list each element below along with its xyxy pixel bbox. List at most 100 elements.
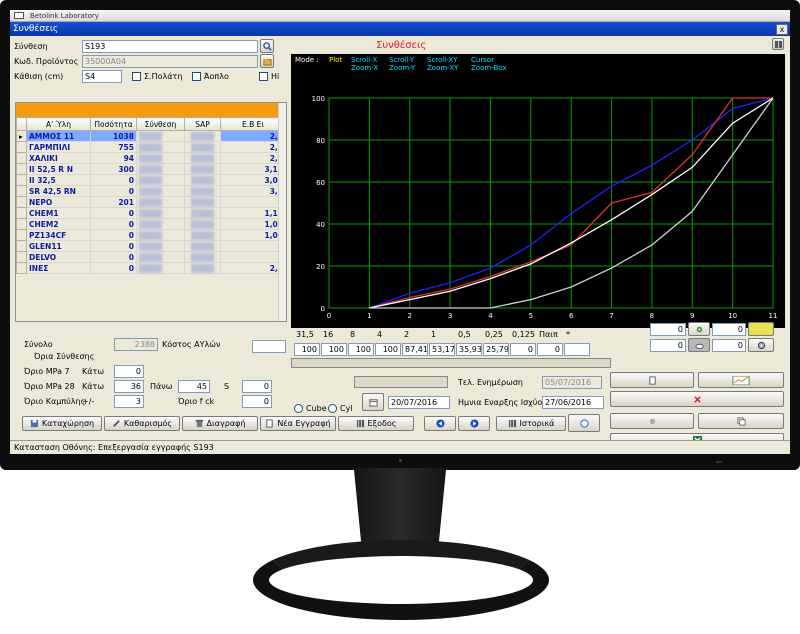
next-record-button[interactable] bbox=[458, 416, 490, 431]
sap-cell[interactable]: ████ bbox=[184, 141, 221, 153]
sieve-value-cell[interactable]: 87,41 bbox=[402, 343, 428, 356]
table-row[interactable]: II 52,5 R N 300 ████ ████ 3,13 bbox=[16, 163, 286, 175]
sap-cell[interactable]: ████ bbox=[184, 196, 221, 208]
sieve-value-cell[interactable]: 25,79 bbox=[483, 343, 509, 356]
material-cell[interactable]: GLEN11 bbox=[26, 240, 91, 252]
col-header-material[interactable]: Α' Ύλη bbox=[26, 117, 91, 131]
date-picker-1[interactable]: 20/07/2016 bbox=[388, 396, 450, 409]
product-code-input[interactable]: 35000A04 bbox=[82, 55, 258, 68]
sieve-value-cell[interactable]: 100 bbox=[321, 343, 347, 356]
sieve-scrollbar[interactable] bbox=[291, 358, 611, 368]
polati-checkbox[interactable] bbox=[132, 72, 141, 81]
sieve-value-cell[interactable] bbox=[564, 343, 590, 356]
mpa28-input[interactable]: 36 bbox=[114, 380, 144, 393]
synthesis-cell[interactable]: ████ bbox=[136, 207, 185, 219]
col-header-eb[interactable]: Ε.Β Ει bbox=[220, 117, 286, 131]
material-cell[interactable]: ΙΝΕΣ bbox=[26, 262, 91, 274]
quantity-cell[interactable]: 0 bbox=[90, 229, 137, 241]
hi-checkbox[interactable] bbox=[259, 72, 268, 81]
product-lookup-button[interactable] bbox=[260, 54, 274, 68]
yellow-button[interactable] bbox=[748, 322, 774, 336]
settings-button-2[interactable] bbox=[748, 338, 774, 352]
synthesis-cell[interactable]: ████ bbox=[136, 218, 185, 230]
cancel-button[interactable] bbox=[610, 391, 784, 407]
sap-cell[interactable]: ████ bbox=[184, 218, 221, 230]
chart-toggle-button[interactable] bbox=[698, 372, 784, 388]
material-cell[interactable]: ΧΑΛΙΚΙ bbox=[26, 152, 91, 164]
col-header-sap[interactable]: SAP bbox=[184, 117, 221, 131]
table-row[interactable]: PZ134CF 0 ████ ████ 1,07 bbox=[16, 229, 286, 241]
quantity-cell[interactable]: 755 bbox=[90, 141, 137, 153]
settings-button-1[interactable] bbox=[688, 322, 710, 336]
monitor-power-button[interactable] bbox=[716, 461, 722, 463]
table-row[interactable]: ΓΑΡΜΠΙΛΙ 755 ████ ████ 2,7 bbox=[16, 141, 286, 153]
sap-cell[interactable]: ████ bbox=[184, 185, 221, 197]
history-button[interactable]: Ιστορικά bbox=[496, 416, 566, 431]
eb-cell[interactable]: 0 bbox=[220, 240, 286, 252]
table-row[interactable]: CHEM2 0 ████ ████ 1,09 bbox=[16, 218, 286, 230]
material-cell[interactable]: CHEM1 bbox=[26, 207, 91, 219]
synthesis-cell[interactable]: ████ bbox=[136, 174, 185, 186]
material-cell[interactable]: SR 42,5 RN bbox=[26, 185, 91, 197]
table-row[interactable]: CHEM1 0 ████ ████ 1,13 bbox=[16, 207, 286, 219]
synthesis-cell[interactable]: ████ bbox=[136, 262, 185, 274]
col-header-synthesis[interactable]: Σύνθεση bbox=[136, 117, 185, 131]
sap-cell[interactable]: ████ bbox=[184, 262, 221, 274]
col-header-quantity[interactable]: Ποσότητα bbox=[90, 117, 137, 131]
table-row[interactable]: GLEN110████████0 bbox=[16, 240, 286, 252]
sap-cell[interactable]: ████ bbox=[184, 207, 221, 219]
quantity-cell[interactable]: 94 bbox=[90, 152, 137, 164]
material-cell[interactable]: ΝΕΡΟ bbox=[26, 196, 91, 208]
table-row[interactable]: ΝΕΡΟ201████████1 bbox=[16, 196, 286, 208]
material-cell[interactable]: CHEM2 bbox=[26, 218, 91, 230]
material-cell[interactable]: ΑΜΜΟΣ 11 bbox=[26, 130, 91, 142]
start-date-picker[interactable]: 27/06/2016 bbox=[542, 396, 604, 409]
quantity-cell[interactable]: 0 bbox=[90, 218, 137, 230]
table-row[interactable]: II 32,5 0 ████ ████ 3,05 bbox=[16, 174, 286, 186]
chart-panel[interactable]: Mode : Plot Scroll-X Zoom-X Scroll-Y Zoo… bbox=[291, 54, 785, 328]
synthesis-cell[interactable]: ████ bbox=[136, 229, 185, 241]
right-field-1[interactable]: 0 bbox=[650, 323, 686, 336]
sieve-value-cell[interactable]: 0 bbox=[510, 343, 536, 356]
eb-cell[interactable]: 2,7 bbox=[220, 130, 286, 142]
save-button[interactable]: Καταχώρηση bbox=[22, 416, 102, 431]
eb-cell[interactable]: 1,07 bbox=[220, 229, 286, 241]
s-input[interactable]: 0 bbox=[242, 380, 272, 393]
eb-cell[interactable]: 3,05 bbox=[220, 174, 286, 186]
table-row[interactable]: ΙΝΕΣ 0 ████ ████ 2,7 bbox=[16, 262, 286, 274]
cloud-button[interactable] bbox=[688, 338, 710, 352]
right-field-2[interactable]: 0 bbox=[712, 323, 746, 336]
synthesis-cell[interactable]: ████ bbox=[136, 130, 185, 142]
sieve-value-cell[interactable]: 100 bbox=[375, 343, 401, 356]
clear-button[interactable]: Καθαρισμός bbox=[104, 416, 180, 431]
cube-radio[interactable] bbox=[294, 404, 303, 413]
synthesis-cell[interactable]: ████ bbox=[136, 163, 185, 175]
synthesis-input[interactable]: S193 bbox=[82, 40, 258, 53]
sieve-value-cell[interactable]: 100 bbox=[294, 343, 320, 356]
print-button[interactable] bbox=[610, 372, 694, 388]
new-record-button[interactable]: Νέα Εγγραφή bbox=[260, 416, 336, 431]
quantity-cell[interactable]: 0 bbox=[90, 262, 137, 274]
cyl-radio[interactable] bbox=[328, 404, 337, 413]
synthesis-cell[interactable]: ████ bbox=[136, 196, 185, 208]
aoplo-checkbox[interactable] bbox=[192, 72, 201, 81]
quantity-cell[interactable]: 0 bbox=[90, 240, 137, 252]
options-button[interactable] bbox=[610, 413, 694, 429]
synthesis-cell[interactable]: ████ bbox=[136, 141, 185, 153]
material-cell[interactable]: PZ134CF bbox=[26, 229, 91, 241]
eb-cell[interactable]: 2,7 bbox=[220, 152, 286, 164]
quantity-cell[interactable]: 0 bbox=[90, 251, 137, 263]
material-cell[interactable]: II 52,5 R N bbox=[26, 163, 91, 175]
material-cell[interactable]: DELVO bbox=[26, 251, 91, 263]
sieve-value-cell[interactable]: 35,93 bbox=[456, 343, 482, 356]
eb-cell[interactable]: 0 bbox=[220, 251, 286, 263]
cost-value[interactable] bbox=[252, 340, 286, 353]
eb-cell[interactable]: 1,09 bbox=[220, 218, 286, 230]
help-button[interactable] bbox=[568, 414, 600, 432]
material-cell[interactable]: II 32,5 bbox=[26, 174, 91, 186]
materials-grid[interactable]: Α' Ύλη Ποσότητα Σύνθεση SAP Ε.Β Ει ▸ ΑΜΜΟ… bbox=[15, 102, 287, 322]
right-field-4[interactable]: 0 bbox=[712, 339, 746, 352]
eb-cell[interactable]: 1,13 bbox=[220, 207, 286, 219]
eb-cell[interactable]: 2,7 bbox=[220, 262, 286, 274]
delete-button[interactable]: Διαγραφή bbox=[182, 416, 258, 431]
